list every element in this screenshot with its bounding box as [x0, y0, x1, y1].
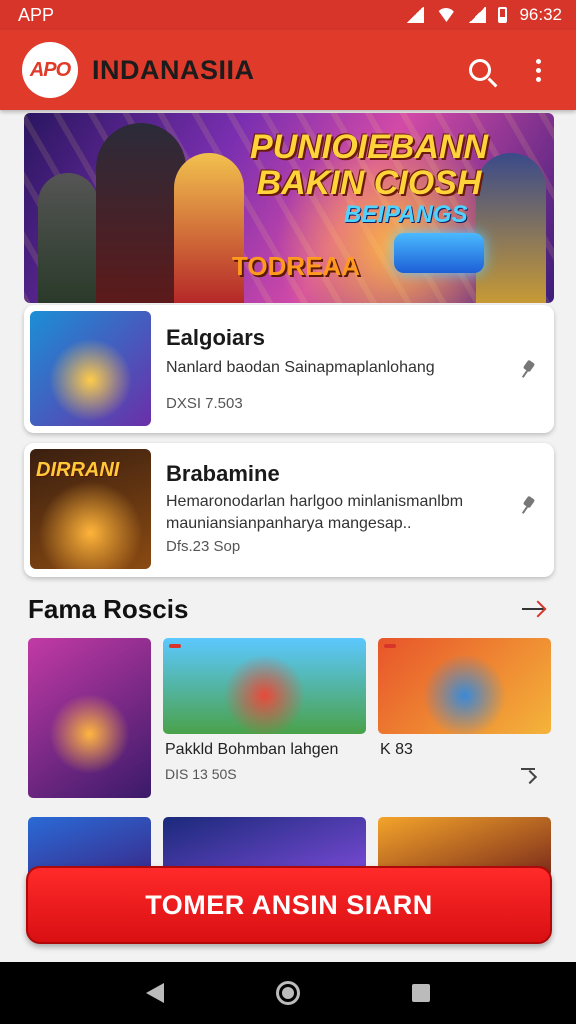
more-vert-icon — [535, 58, 541, 82]
featured-card[interactable]: Ealgoiars Nanlard baodan Sainapmaplanloh… — [24, 305, 554, 433]
thumbnail-logo-text: DIRRANI — [36, 459, 120, 481]
app-logo[interactable]: APO — [22, 42, 78, 98]
card-meta: Dfs.23 Sop — [166, 538, 241, 555]
pin-icon[interactable] — [522, 497, 536, 515]
wifi-icon — [436, 8, 457, 22]
status-time: 96:32 — [519, 5, 562, 24]
home-icon[interactable] — [276, 981, 300, 1005]
tile-meta: DIS 13 50S — [165, 766, 237, 782]
card-description: Hemaronodarlan harlgoo minlanismanlbm ma… — [166, 493, 464, 532]
game-tile[interactable] — [28, 638, 151, 798]
signal-icon — [468, 7, 487, 23]
banner-title-line-2: BAKIN CIOSH — [256, 164, 482, 202]
status-carrier: APP — [18, 4, 55, 25]
tile-badge — [384, 644, 396, 648]
banner-title-line-1: PUNIOIEBANN — [249, 128, 489, 166]
banner-subtitle: BEIPANGS — [344, 201, 468, 228]
card-title: Brabamine — [166, 461, 280, 486]
banner-game-logo: TODREAA — [232, 251, 361, 281]
system-nav-bar — [0, 962, 576, 1024]
card-thumbnail — [30, 311, 151, 426]
card-description: Nanlard baodan Sainapmaplanlohang — [166, 359, 435, 376]
banner-character — [96, 123, 186, 303]
overflow-menu-button[interactable] — [516, 48, 560, 92]
app-bar: APO INDANASIIA — [0, 30, 576, 110]
back-icon[interactable] — [146, 983, 164, 1003]
search-button[interactable] — [458, 48, 502, 92]
section-title: Fama Roscis — [28, 594, 189, 624]
game-tile[interactable] — [378, 638, 551, 734]
card-thumbnail: DIRRANI — [30, 449, 151, 569]
share-icon[interactable] — [519, 766, 539, 786]
tile-badge — [169, 644, 181, 648]
start-button[interactable]: TOMER ANSIN SIARN — [26, 866, 552, 944]
status-bar: APP 96:32 — [0, 0, 576, 30]
banner-title: PUNIOIEBANN BAKIN CIOSH — [234, 129, 504, 201]
app-title: INDANASIIA — [92, 54, 255, 85]
battery-icon — [498, 7, 508, 23]
game-tile[interactable] — [163, 638, 366, 734]
alarm-icon — [406, 7, 425, 23]
pin-icon[interactable] — [522, 361, 536, 379]
banner-device-art — [394, 233, 484, 273]
hero-banner[interactable]: PUNIOIEBANN BAKIN CIOSH BEIPANGS TODREAA — [24, 113, 554, 303]
search-icon — [469, 59, 491, 81]
featured-card[interactable]: DIRRANI Brabamine Hemaronodarlan harlgoo… — [24, 443, 554, 577]
card-title: Ealgoiars — [166, 325, 266, 350]
status-icons: 96:32 — [406, 5, 562, 25]
tile-caption: K 83 — [380, 741, 413, 758]
arrow-right-icon[interactable] — [522, 602, 546, 616]
tile-caption: Pakkld Bohmban lahgen — [165, 741, 339, 758]
recent-apps-icon[interactable] — [412, 984, 430, 1002]
banner-character — [38, 173, 98, 303]
card-meta: DXSI 7.503 — [166, 395, 243, 412]
